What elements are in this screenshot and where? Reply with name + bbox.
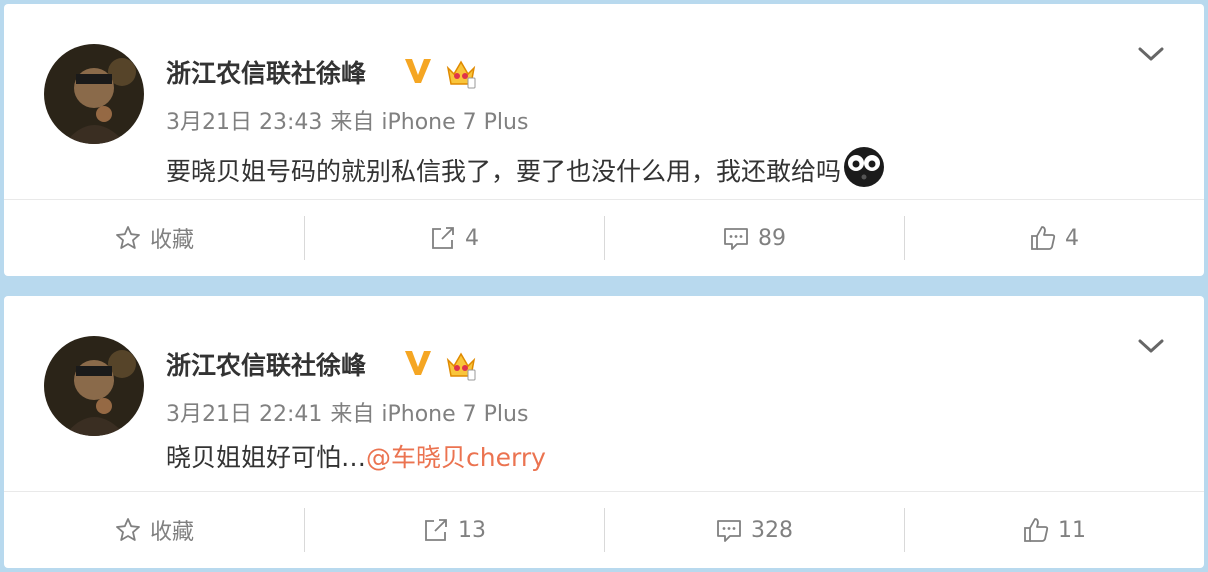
favorite-label: 收藏 bbox=[149, 520, 194, 545]
comment-count: 328 bbox=[751, 517, 793, 543]
star-icon bbox=[114, 516, 142, 544]
comment-button[interactable]: 89 bbox=[604, 200, 904, 276]
member-crown-icon[interactable] bbox=[444, 56, 478, 94]
action-bar: 收藏 4 89 4 bbox=[4, 199, 1204, 276]
username[interactable]: 浙江农信联社徐峰 bbox=[166, 346, 366, 382]
share-icon bbox=[422, 516, 450, 544]
favorite-label: 收藏 bbox=[149, 228, 194, 253]
weibo-post-card: 浙江农信联社徐峰 3月21日 23:43 来自 iPhone 7 Plus 要晓贝… bbox=[4, 4, 1204, 276]
star-icon bbox=[114, 224, 142, 252]
comment-icon bbox=[722, 224, 750, 252]
comment-count: 89 bbox=[758, 225, 786, 251]
repost-button[interactable]: 4 bbox=[304, 200, 604, 276]
post-text-body: 晓贝姐姐好可怕… bbox=[166, 443, 367, 472]
username[interactable]: 浙江农信联社徐峰 bbox=[166, 54, 366, 90]
post-time[interactable]: 3月21日 23:43 bbox=[166, 110, 322, 135]
chevron-down-icon[interactable] bbox=[1136, 42, 1166, 66]
mention-link[interactable]: @车晓贝cherry bbox=[366, 438, 546, 474]
avatar[interactable] bbox=[44, 44, 144, 144]
like-button[interactable]: 11 bbox=[904, 492, 1204, 568]
post-time[interactable]: 3月21日 22:41 bbox=[166, 402, 322, 427]
doge-eyes-emoji bbox=[843, 146, 885, 194]
repost-count: 4 bbox=[465, 225, 479, 251]
favorite-button[interactable]: 收藏 bbox=[4, 492, 304, 568]
verified-badge-icon bbox=[402, 56, 434, 90]
share-icon bbox=[429, 224, 457, 252]
post-text: 晓贝姐姐好可怕… @车晓贝cherry bbox=[166, 438, 546, 474]
chevron-down-icon[interactable] bbox=[1136, 334, 1166, 358]
comment-icon bbox=[715, 516, 743, 544]
like-count: 4 bbox=[1065, 225, 1079, 251]
post-text: 要晓贝姐号码的就别私信我了，要了也没什么用，我还敢给吗 bbox=[166, 146, 885, 194]
thumbs-up-icon bbox=[1022, 516, 1050, 544]
thumbs-up-icon bbox=[1029, 224, 1057, 252]
weibo-post-card: 浙江农信联社徐峰 3月21日 22:41 来自 iPhone 7 Plus 晓贝姐… bbox=[4, 296, 1204, 568]
repost-button[interactable]: 13 bbox=[304, 492, 604, 568]
avatar[interactable] bbox=[44, 336, 144, 436]
favorite-button[interactable]: 收藏 bbox=[4, 200, 304, 276]
post-meta: 3月21日 23:43 来自 iPhone 7 Plus bbox=[166, 104, 528, 136]
post-source: 来自 iPhone 7 Plus bbox=[330, 110, 529, 135]
post-source: 来自 iPhone 7 Plus bbox=[330, 402, 529, 427]
member-crown-icon[interactable] bbox=[444, 348, 478, 386]
action-bar: 收藏 13 328 11 bbox=[4, 491, 1204, 568]
post-meta: 3月21日 22:41 来自 iPhone 7 Plus bbox=[166, 396, 528, 428]
comment-button[interactable]: 328 bbox=[604, 492, 904, 568]
like-button[interactable]: 4 bbox=[904, 200, 1204, 276]
post-text-body: 要晓贝姐号码的就别私信我了，要了也没什么用，我还敢给吗 bbox=[166, 157, 842, 186]
like-count: 11 bbox=[1058, 517, 1086, 543]
verified-badge-icon bbox=[402, 348, 434, 382]
repost-count: 13 bbox=[458, 517, 486, 543]
